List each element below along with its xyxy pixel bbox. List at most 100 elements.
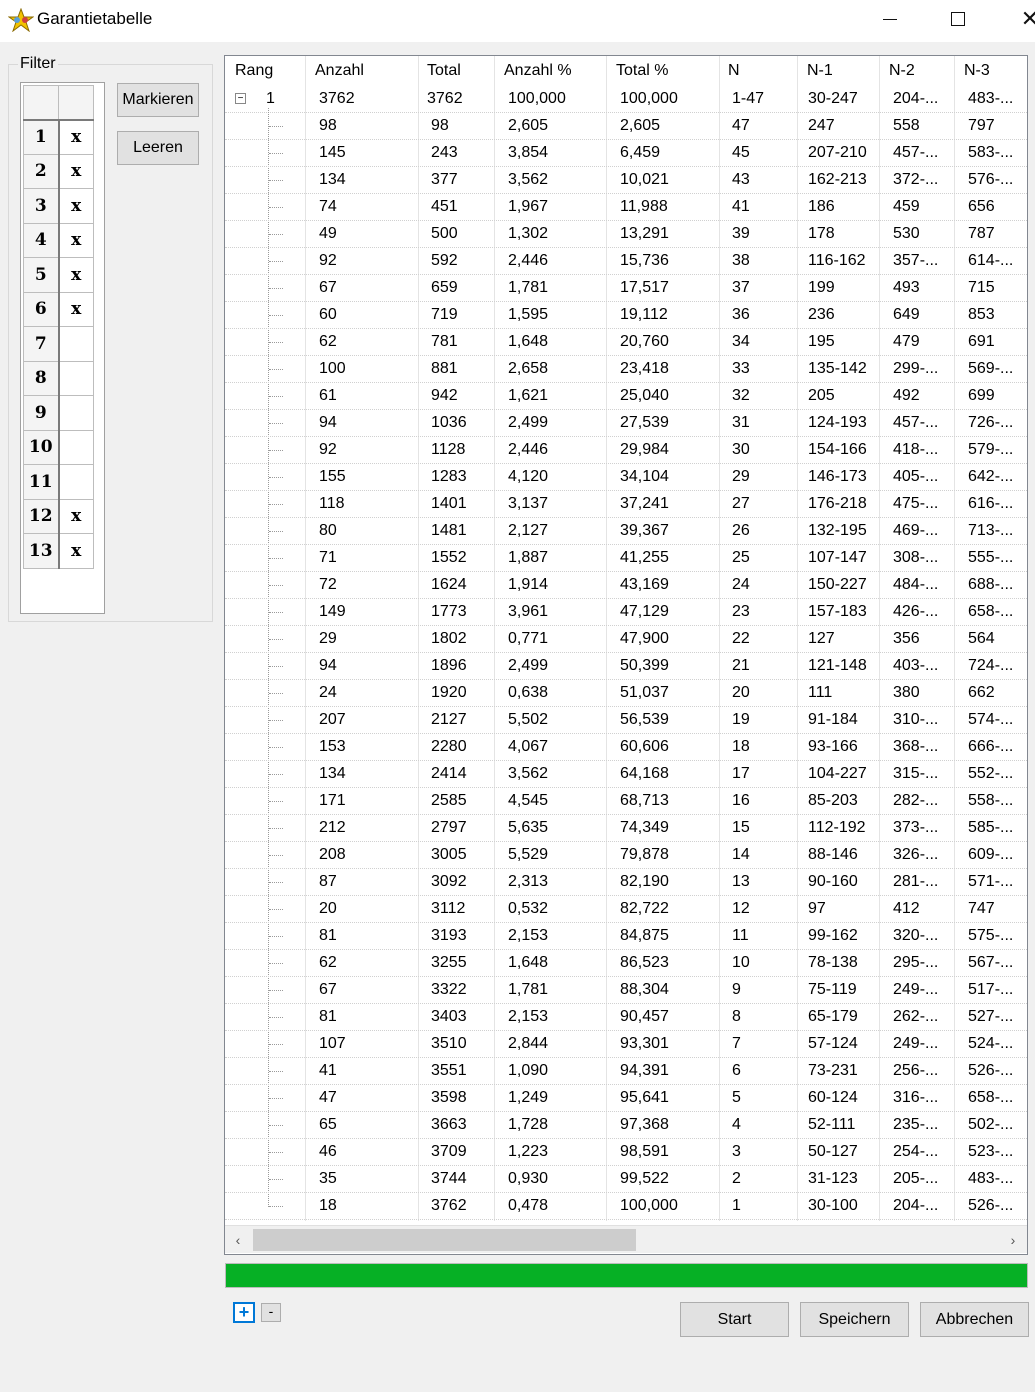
filter-row-mark[interactable]: x	[58, 257, 94, 293]
filter-row-number[interactable]: 8	[23, 360, 60, 396]
column-header[interactable]: Total %	[616, 62, 668, 80]
filter-row[interactable]: 13 x	[23, 533, 94, 569]
column-header[interactable]: N	[728, 62, 740, 80]
filter-row[interactable]: 10	[23, 429, 94, 465]
table-row[interactable]: 29 1802 0,771 47,900 22 127 356 564	[225, 626, 1027, 653]
horizontal-scrollbar[interactable]: ‹ ›	[225, 1225, 1027, 1253]
save-button[interactable]: Speichern	[800, 1302, 909, 1337]
filter-row-number[interactable]: 4	[23, 222, 60, 258]
table-row[interactable]: 100 881 2,658 23,418 33 135-142 299-... 569-...	[225, 356, 1027, 383]
table-row[interactable]: 62 3255 1,648 86,523 10 78-138 295-... 567-...	[225, 950, 1027, 977]
column-header[interactable]: N-2	[889, 62, 915, 80]
scroll-left-icon[interactable]: ‹	[228, 1230, 248, 1250]
filter-table[interactable]: 1 x 2 x 3 x 4 x 5 x 6 x 7 8 9 10 11 12 x 13 x	[23, 85, 94, 569]
table-row[interactable]: 153 2280 4,067 60,606 18 93-166 368-... 666-...	[225, 734, 1027, 761]
filter-row-number[interactable]: 3	[23, 188, 60, 224]
filter-row-number[interactable]: 10	[23, 429, 60, 465]
mark-button[interactable]: Markieren	[117, 83, 199, 117]
table-row[interactable]: 49 500 1,302 13,291 39 178 530 787	[225, 221, 1027, 248]
table-row[interactable]: 47 3598 1,249 95,641 5 60-124 316-... 658-...	[225, 1085, 1027, 1112]
filter-row-number[interactable]: 13	[23, 533, 60, 569]
filter-row-number[interactable]: 2	[23, 153, 60, 189]
table-row[interactable]: 134 2414 3,562 64,168 17 104-227 315-... 552-..…	[225, 761, 1027, 788]
filter-row-mark[interactable]	[58, 395, 94, 431]
filter-row[interactable]: 9	[23, 395, 94, 431]
filter-row-number[interactable]: 12	[23, 498, 60, 534]
column-header[interactable]: Anzahl	[315, 62, 364, 80]
clear-button[interactable]: Leeren	[117, 131, 199, 165]
table-row[interactable]: 118 1401 3,137 37,241 27 176-218 475-... 616-..…	[225, 491, 1027, 518]
filter-row-number[interactable]: 1	[23, 118, 60, 155]
table-row[interactable]: 92 1128 2,446 29,984 30 154-166 418-... 579-...	[225, 437, 1027, 464]
column-header[interactable]: N-1	[807, 62, 833, 80]
filter-row[interactable]: 5x	[23, 257, 94, 293]
filter-row[interactable]: 6x	[23, 291, 94, 327]
filter-row[interactable]: 7	[23, 326, 94, 362]
scroll-thumb[interactable]	[253, 1229, 636, 1251]
table-row[interactable]: 67 3322 1,781 88,304 9 75-119 249-... 517-...	[225, 977, 1027, 1004]
table-row-root[interactable]: − 1 3762 3762 100,000 100,000 1-47 30-247 204-..…	[225, 86, 1027, 113]
table-row[interactable]: 71 1552 1,887 41,255 25 107-147 308-... 555-...	[225, 545, 1027, 572]
table-row[interactable]: 207 2127 5,502 56,539 19 91-184 310-... 574-...	[225, 707, 1027, 734]
filter-row-number[interactable]: 11	[23, 464, 60, 500]
table-row[interactable]: 107 3510 2,844 93,301 7 57-124 249-... 524-...	[225, 1031, 1027, 1058]
filter-row-mark[interactable]: x	[58, 533, 94, 569]
filter-row-mark[interactable]: x	[58, 222, 94, 258]
table-row[interactable]: 65 3663 1,728 97,368 4 52-111 235-... 502-...	[225, 1112, 1027, 1139]
filter-row-mark[interactable]	[58, 464, 94, 500]
filter-row-mark[interactable]	[58, 429, 94, 465]
filter-row-mark[interactable]	[58, 326, 94, 362]
start-button[interactable]: Start	[680, 1302, 789, 1337]
table-row[interactable]: 24 1920 0,638 51,037 20 111 380 662	[225, 680, 1027, 707]
filter-row[interactable]: 8	[23, 360, 94, 396]
table-row[interactable]: 149 1773 3,961 47,129 23 157-183 426-... 658-..…	[225, 599, 1027, 626]
table-row[interactable]: 35 3744 0,930 99,522 2 31-123 205-... 483-...	[225, 1166, 1027, 1193]
table-row[interactable]: 155 1283 4,120 34,104 29 146-173 405-... 642-..…	[225, 464, 1027, 491]
filter-row-mark[interactable]: x	[58, 498, 94, 534]
table-row[interactable]: 61 942 1,621 25,040 32 205 492 699	[225, 383, 1027, 410]
table-row[interactable]: 20 3112 0,532 82,722 12 97 412 747	[225, 896, 1027, 923]
filter-row[interactable]: 12 x	[23, 498, 94, 534]
maximize-button[interactable]	[938, 4, 978, 34]
column-header[interactable]: Rang	[235, 62, 273, 80]
column-header[interactable]: Total	[427, 62, 461, 80]
table-row[interactable]: 81 3193 2,153 84,875 11 99-162 320-... 575-...	[225, 923, 1027, 950]
table-row[interactable]: 60 719 1,595 19,112 36 236 649 853	[225, 302, 1027, 329]
table-row[interactable]: 72 1624 1,914 43,169 24 150-227 484-... 688-...	[225, 572, 1027, 599]
table-row[interactable]: 94 1896 2,499 50,399 21 121-148 403-... 724-...	[225, 653, 1027, 680]
table-row[interactable]: 80 1481 2,127 39,367 26 132-195 469-... 713-...	[225, 518, 1027, 545]
minimize-button[interactable]	[870, 4, 910, 34]
filter-row-mark[interactable]	[58, 360, 94, 396]
column-header[interactable]: Anzahl %	[504, 62, 572, 80]
close-button[interactable]: ✕	[1010, 4, 1035, 34]
table-row[interactable]: 46 3709 1,223 98,591 3 50-127 254-... 523-...	[225, 1139, 1027, 1166]
filter-row-number[interactable]: 7	[23, 326, 60, 362]
scroll-right-icon[interactable]: ›	[1003, 1230, 1023, 1250]
filter-row[interactable]: 3x	[23, 188, 94, 224]
table-row[interactable]: 18 3762 0,478 100,000 1 30-100 204-... 526-...	[225, 1193, 1027, 1220]
expand-all-button[interactable]: +	[233, 1302, 255, 1323]
cancel-button[interactable]: Abbrechen	[920, 1302, 1029, 1337]
collapse-icon[interactable]: −	[235, 93, 246, 104]
table-row[interactable]: 98 98 2,605 2,605 47 247 558 797	[225, 113, 1027, 140]
filter-row-number[interactable]: 9	[23, 395, 60, 431]
filter-row-mark[interactable]: x	[58, 118, 94, 155]
filter-row-mark[interactable]: x	[58, 153, 94, 189]
filter-row-mark[interactable]: x	[58, 188, 94, 224]
table-row[interactable]: 87 3092 2,313 82,190 13 90-160 281-... 571-...	[225, 869, 1027, 896]
table-row[interactable]: 94 1036 2,499 27,539 31 124-193 457-... 726-...	[225, 410, 1027, 437]
guarantee-table[interactable]: Rang Anzahl Total Anzahl % Total % N N-1 N-2 N-3…	[224, 55, 1028, 1255]
filter-row-number[interactable]: 5	[23, 257, 60, 293]
filter-row[interactable]: 1x	[23, 118, 94, 155]
table-row[interactable]: 74 451 1,967 11,988 41 186 459 656	[225, 194, 1027, 221]
table-row[interactable]: 212 2797 5,635 74,349 15 112-192 373-... 585-..…	[225, 815, 1027, 842]
table-row[interactable]: 134 377 3,562 10,021 43 162-213 372-... 576-...	[225, 167, 1027, 194]
filter-row-number[interactable]: 6	[23, 291, 60, 327]
table-row[interactable]: 67 659 1,781 17,517 37 199 493 715	[225, 275, 1027, 302]
filter-row-mark[interactable]: x	[58, 291, 94, 327]
table-row[interactable]: 208 3005 5,529 79,878 14 88-146 326-... 609-...	[225, 842, 1027, 869]
filter-row[interactable]: 4x	[23, 222, 94, 258]
filter-grid[interactable]: 1 x 2 x 3 x 4 x 5 x 6 x 7 8 9 10 11 12 x 13 x	[20, 82, 105, 614]
table-row[interactable]: 41 3551 1,090 94,391 6 73-231 256-... 526-...	[225, 1058, 1027, 1085]
filter-row[interactable]: 2x	[23, 153, 94, 189]
